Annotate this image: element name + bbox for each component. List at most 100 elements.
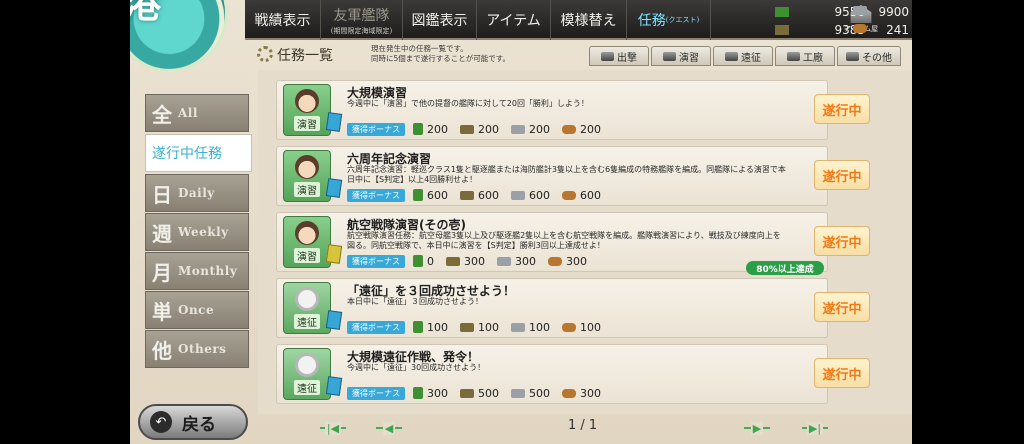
- nav-encyclopedia-label: 図鑑表示: [411, 13, 468, 29]
- quest-row[interactable]: 遠征 「遠征」を３回成功させよう！ 本日中に「遠征」３回成功させよう！ 獲得ボー…: [276, 278, 828, 338]
- reward-ammo: 100: [460, 321, 499, 334]
- tab-expedition[interactable]: 遠征: [713, 46, 773, 66]
- others-icon: [846, 51, 859, 61]
- tab-exercise[interactable]: 演習: [651, 46, 711, 66]
- quest-header: 任務一覧 現在発生中の任務一覧です。 同時に5個まで遂行することが可能です。 出…: [245, 42, 912, 66]
- tab-others-label: その他: [862, 52, 892, 64]
- quest-description: 本日中に「遠征」３回成功させよう！: [347, 297, 483, 306]
- first-page-button[interactable]: |◀: [320, 421, 346, 435]
- resource-ammo: 9385: [775, 21, 865, 38]
- game-screen: 戦績表示 友軍艦隊 (期間限定海域限定) 図鑑表示 アイテム 模様替え 任務 (…: [130, 0, 912, 444]
- reward-bauxite: 200: [562, 123, 601, 136]
- quest-description: 今週中に「演習」で他の提督の艦隊に対して20回「勝利」しよう！: [347, 99, 589, 108]
- reward-ammo: 300: [446, 255, 485, 268]
- book-icon: [325, 112, 343, 132]
- reward-ammo-value: 600: [478, 188, 499, 202]
- book-icon: [325, 376, 343, 396]
- bonus-button[interactable]: 獲得ボーナス: [347, 188, 405, 202]
- page-title: 任務一覧: [277, 48, 333, 64]
- next-page-icon: ▶: [750, 421, 764, 435]
- quest-category-icon: 遠征: [283, 348, 331, 400]
- filter-monthly-label: Monthly: [178, 264, 238, 278]
- nav-item-button[interactable]: アイテム: [477, 0, 551, 40]
- quest-row[interactable]: 遠征 大規模遠征作戦、発令！ 今週中に「遠征」30回成功させよう！ 獲得ボーナス…: [276, 344, 828, 404]
- tab-arsenal-label: 工廠: [803, 52, 823, 64]
- bonus-button[interactable]: 獲得ボーナス: [347, 122, 405, 136]
- steel-icon: [511, 388, 525, 398]
- filter-others-kanji: 他: [152, 338, 172, 363]
- quest-row[interactable]: 演習 大規模演習 今週中に「演習」で他の提督の艦隊に対して20回「勝利」しよう！…: [276, 80, 828, 140]
- nav-encyclopedia-button[interactable]: 図鑑表示: [403, 0, 477, 40]
- reward-bauxite: 100: [562, 321, 601, 334]
- port-emblem[interactable]: 港: [130, 0, 228, 72]
- status-badge: 遂行中: [814, 226, 870, 256]
- compass-icon: [295, 287, 319, 311]
- prev-page-button[interactable]: ◀: [376, 421, 402, 435]
- page-indicator: 1 / 1: [568, 418, 598, 433]
- ammo-icon: [460, 388, 474, 398]
- filter-weekly[interactable]: 週 Weekly: [145, 213, 249, 251]
- bauxite-icon: [562, 190, 576, 200]
- filter-all[interactable]: 全 All: [145, 94, 249, 132]
- arsenal-icon: [787, 51, 800, 61]
- quest-row[interactable]: 演習 六周年記念演習 六周年記念演習：軽巡クラス1隻と駆逐艦または海防艦計3隻以…: [276, 146, 828, 206]
- reward-ammo: 600: [460, 189, 499, 202]
- quest-row[interactable]: 演習 航空戦隊演習(その壱) 航空戦隊演習任務：航空母艦3隻以上及び駆逐艦2隻以…: [276, 212, 828, 272]
- status-badge: 遂行中: [814, 292, 870, 322]
- header-desc-line2: 同時に5個まで遂行することが可能です。: [371, 54, 511, 63]
- bonus-button[interactable]: 獲得ボーナス: [347, 320, 405, 334]
- gear-icon: [257, 46, 273, 62]
- quest-category-icon: 遠征: [283, 282, 331, 334]
- resource-steel: 9900: [869, 3, 909, 20]
- filter-once[interactable]: 単 Once: [145, 291, 249, 329]
- bonus-button[interactable]: 獲得ボーナス: [347, 386, 405, 400]
- nav-record-button[interactable]: 戦績表示: [245, 0, 321, 40]
- nav-item-label: アイテム: [486, 13, 541, 29]
- reward-bauxite-value: 300: [580, 386, 601, 400]
- back-button[interactable]: ↶ 戻る: [138, 404, 248, 440]
- compass-icon: [295, 353, 319, 377]
- nav-furniture-button[interactable]: 模様替え: [551, 0, 627, 40]
- quest-category-icon: 演習: [283, 150, 331, 202]
- book-icon: [325, 178, 343, 198]
- resource-steel-value: 9900: [878, 4, 909, 19]
- nav-quest-button[interactable]: 任務 (クエスト): [627, 0, 711, 40]
- nav-friend-fleet-label: 友軍艦隊: [333, 7, 390, 24]
- quest-description: 六周年記念演習：軽巡クラス1隻と駆逐艦または海防艦計3隻以上を含む6隻編成の特務…: [347, 165, 786, 184]
- steel-icon: [497, 256, 511, 266]
- filter-once-kanji: 単: [152, 299, 172, 324]
- status-badge: 遂行中: [814, 94, 870, 124]
- book-icon: [325, 244, 343, 264]
- next-page-button[interactable]: ▶: [744, 421, 770, 435]
- filter-daily-label: Daily: [178, 186, 215, 200]
- reward-fuel-value: 600: [427, 188, 448, 202]
- bonus-button[interactable]: 獲得ボーナス: [347, 254, 405, 268]
- reward-fuel-value: 300: [427, 386, 448, 400]
- nav-friend-fleet-button[interactable]: 友軍艦隊 (期間限定海域限定): [321, 0, 403, 40]
- tab-expedition-label: 遠征: [741, 52, 761, 64]
- last-page-button[interactable]: ▶|: [802, 421, 828, 435]
- exercise-icon: [663, 51, 676, 61]
- fuel-icon: [775, 6, 789, 17]
- reward-ammo-value: 500: [478, 386, 499, 400]
- sortie-icon: [601, 51, 614, 61]
- tab-sortie[interactable]: 出撃: [589, 46, 649, 66]
- filter-in-progress[interactable]: 遂行中任務: [145, 134, 252, 172]
- tab-arsenal[interactable]: 工廠: [775, 46, 835, 66]
- back-button-label: 戻る: [182, 414, 216, 435]
- status-badge: 遂行中: [814, 160, 870, 190]
- letterbox-right: [912, 0, 1024, 444]
- quest-rewards: 獲得ボーナス 600 600 600 600: [347, 187, 613, 203]
- reward-ammo: 500: [460, 387, 499, 400]
- reward-steel-value: 100: [529, 320, 550, 334]
- filter-monthly[interactable]: 月 Monthly: [145, 252, 249, 290]
- filter-others[interactable]: 他 Others: [145, 330, 249, 368]
- filter-all-label: All: [178, 106, 198, 120]
- reward-steel-value: 600: [529, 188, 550, 202]
- reward-bauxite-value: 600: [580, 188, 601, 202]
- filter-daily[interactable]: 日 Daily: [145, 174, 249, 212]
- fuel-icon: [413, 255, 423, 267]
- reward-bauxite-value: 200: [580, 122, 601, 136]
- nav-friend-fleet-sub: (期間限定海域限定): [330, 26, 393, 35]
- tab-others[interactable]: その他: [837, 46, 901, 66]
